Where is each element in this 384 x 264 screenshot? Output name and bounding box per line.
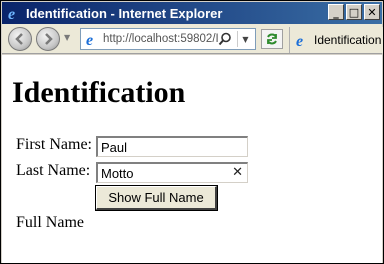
navigation-toolbar: ▼ e http://localhost:59802/I ▼ e Identif…	[2, 24, 383, 54]
page-content: Identification First Name: Paul Last Nam…	[2, 55, 382, 263]
full-name-label: Full Name	[16, 214, 84, 231]
first-name-value: Paul	[101, 139, 128, 155]
tab-label: Identification	[314, 33, 382, 47]
window-title: Identification - Internet Explorer	[26, 5, 223, 21]
forward-button[interactable]	[36, 27, 60, 51]
tab-identification[interactable]: e Identification	[289, 27, 383, 53]
back-arrow-icon	[15, 33, 23, 45]
clear-icon[interactable]: ✕	[232, 165, 243, 180]
last-name-label: Last Name:	[16, 162, 91, 179]
last-name-field[interactable]: Motto ✕	[96, 162, 248, 183]
tab-ie-icon: e	[294, 32, 310, 50]
forward-arrow-icon	[45, 33, 53, 45]
address-bar[interactable]: e http://localhost:59802/I ▼	[80, 28, 256, 50]
title-bar: e Identification - Internet Explorer _ □…	[2, 2, 382, 24]
back-button[interactable]	[8, 27, 32, 51]
first-name-label: First Name:	[16, 136, 92, 153]
svg-text:e: e	[296, 33, 303, 48]
svg-text:e: e	[86, 32, 93, 47]
history-dropdown-icon[interactable]: ▼	[64, 33, 70, 42]
page-ie-icon: e	[84, 31, 100, 49]
page-title: Identification	[12, 76, 186, 109]
browser-window: e Identification - Internet Explorer _ □…	[0, 0, 384, 264]
last-name-value: Motto	[101, 165, 134, 181]
close-button[interactable]: ✕	[364, 4, 380, 20]
search-icon[interactable]	[217, 31, 233, 47]
show-full-name-button[interactable]: Show Full Name	[95, 185, 218, 211]
address-url[interactable]: http://localhost:59802/I	[103, 33, 221, 45]
address-dropdown-icon[interactable]: ▼	[237, 31, 253, 47]
minimize-button[interactable]: _	[328, 4, 344, 20]
maximize-button[interactable]: □	[346, 4, 362, 20]
first-name-field[interactable]: Paul	[96, 136, 248, 157]
svg-text:e: e	[8, 6, 15, 21]
refresh-icon	[267, 33, 277, 45]
refresh-button[interactable]	[261, 29, 283, 49]
ie-logo-icon: e	[6, 5, 22, 21]
